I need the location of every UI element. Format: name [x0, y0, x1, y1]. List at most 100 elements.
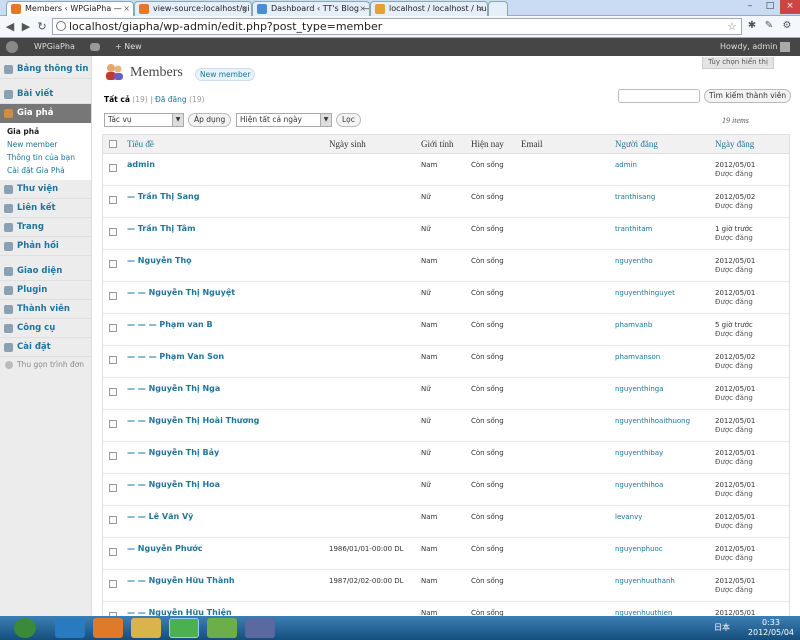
row-checkbox[interactable]: [109, 580, 117, 588]
howdy-account-link[interactable]: Howdy, admin: [720, 38, 777, 56]
row-checkbox[interactable]: [109, 548, 117, 556]
internet-explorer-icon[interactable]: [55, 618, 85, 638]
sidebar-item-giapha[interactable]: Gia phả: [0, 104, 91, 123]
start-button-icon[interactable]: [14, 618, 36, 638]
row-checkbox[interactable]: [109, 164, 117, 172]
row-title-link[interactable]: — — Nguyễn Thị Nguyệt: [127, 288, 235, 297]
row-author-link[interactable]: nguyenhuuthien: [615, 609, 672, 616]
row-checkbox[interactable]: [109, 196, 117, 204]
sidebar-item-media[interactable]: Thư viện: [0, 180, 91, 199]
row-author-link[interactable]: tranthitam: [615, 225, 652, 233]
browser-tab-dashboard[interactable]: Dashboard ‹ TT's Blog — ×: [252, 1, 370, 16]
reload-icon[interactable]: ↻: [34, 19, 50, 35]
sidebar-item-posts[interactable]: Bài viết: [0, 85, 91, 104]
row-title-link[interactable]: — — Nguyễn Thị Hoài Thương: [127, 416, 259, 425]
bookmark-star-icon[interactable]: ☆: [727, 19, 737, 34]
select-all-checkbox[interactable]: [109, 140, 117, 148]
sidebar-item-tools[interactable]: Công cụ: [0, 319, 91, 338]
row-checkbox[interactable]: [109, 356, 117, 364]
sidebar-item-links[interactable]: Liên kết: [0, 199, 91, 218]
filter-all-link[interactable]: Tất cả: [104, 95, 130, 104]
search-members-button[interactable]: Tìm kiếm thành viên: [704, 89, 792, 103]
row-author-link[interactable]: nguyenthibay: [615, 449, 663, 457]
row-author-link[interactable]: admin: [615, 161, 637, 169]
row-author-link[interactable]: nguyentho: [615, 257, 653, 265]
file-explorer-icon[interactable]: [131, 618, 161, 638]
browser-tab-phpmyadmin[interactable]: localhost / localhost / hu ×: [370, 1, 488, 16]
submenu-item-settings[interactable]: Cài đặt Gia Phả: [0, 164, 91, 177]
address-bar[interactable]: localhost/giapha/wp-admin/edit.php?post_…: [52, 18, 742, 35]
app-icon[interactable]: [245, 618, 275, 638]
date-filter-select[interactable]: Hiện tất cả ngày ▼: [236, 113, 332, 127]
page-info-icon[interactable]: [56, 21, 66, 31]
sidebar-item-dashboard[interactable]: Bảng thông tin: [0, 60, 91, 79]
row-title-link[interactable]: — Trần Thị Tâm: [127, 224, 195, 233]
sidebar-item-users[interactable]: Thành viên: [0, 300, 91, 319]
row-title-link[interactable]: — — Nguyễn Thị Nga: [127, 384, 220, 393]
submenu-item-new-member[interactable]: New member: [0, 138, 91, 151]
column-title[interactable]: Tiêu đề: [127, 139, 154, 149]
row-checkbox[interactable]: [109, 516, 117, 524]
apply-button[interactable]: Áp dụng: [188, 113, 232, 127]
row-author-link[interactable]: phamvanb: [615, 321, 652, 329]
row-checkbox[interactable]: [109, 324, 117, 332]
row-title-link[interactable]: — Trần Thị Sang: [127, 192, 199, 201]
row-author-link[interactable]: nguyenthinguyet: [615, 289, 675, 297]
submenu-item-profile[interactable]: Thông tin của bạn: [0, 151, 91, 164]
browser-tab-members[interactable]: Members ‹ WPGiaPha — ×: [6, 1, 134, 16]
row-checkbox[interactable]: [109, 260, 117, 268]
minimize-icon[interactable]: –: [740, 0, 760, 14]
wrench-icon[interactable]: ⚙: [780, 19, 794, 33]
row-checkbox[interactable]: [109, 420, 117, 428]
row-checkbox[interactable]: [109, 484, 117, 492]
row-title-link[interactable]: — — Nguyễn Hữu Thành: [127, 576, 235, 585]
close-tab-icon[interactable]: ×: [123, 2, 130, 16]
collapse-menu-button[interactable]: Thu gọn trình đơn: [0, 357, 91, 373]
comments-icon[interactable]: [90, 43, 100, 51]
row-author-link[interactable]: nguyenthihoaithuong: [615, 417, 690, 425]
wordpress-logo-icon[interactable]: [6, 41, 18, 53]
row-checkbox[interactable]: [109, 292, 117, 300]
row-checkbox[interactable]: [109, 228, 117, 236]
bulk-action-select[interactable]: Tác vụ ▼: [104, 113, 184, 127]
row-author-link[interactable]: nguyenthinga: [615, 385, 664, 393]
new-content-link[interactable]: + New: [115, 38, 142, 56]
close-tab-icon[interactable]: ×: [477, 2, 484, 16]
row-title-link[interactable]: — Nguyễn Phước: [127, 544, 203, 553]
add-new-member-button[interactable]: New member: [195, 68, 256, 81]
language-indicator[interactable]: 日本: [714, 622, 730, 633]
row-title-link[interactable]: — — Nguyễn Hữu Thiện: [127, 608, 232, 616]
submenu-item-giapha[interactable]: Gia phả: [0, 125, 91, 138]
close-tab-icon[interactable]: ×: [359, 2, 366, 16]
avatar[interactable]: [780, 42, 790, 52]
row-author-link[interactable]: phamvanson: [615, 353, 660, 361]
row-author-link[interactable]: levanvy: [615, 513, 642, 521]
tools-icon[interactable]: ✎: [762, 19, 776, 33]
row-title-link[interactable]: — — — Phạm van B: [127, 320, 213, 329]
search-input[interactable]: [618, 89, 700, 103]
row-checkbox[interactable]: [109, 388, 117, 396]
row-checkbox[interactable]: [109, 452, 117, 460]
column-date[interactable]: Ngày đăng: [715, 139, 754, 149]
extension-icon[interactable]: ✱: [745, 19, 759, 33]
row-author-link[interactable]: tranthisang: [615, 193, 655, 201]
clock[interactable]: 0:33 2012/05/04: [748, 618, 794, 638]
new-tab-button[interactable]: [488, 1, 508, 16]
column-author[interactable]: Người đăng: [615, 139, 658, 149]
row-title-link[interactable]: — — Lê Văn Vỹ: [127, 512, 193, 521]
app-icon[interactable]: [207, 618, 237, 638]
sidebar-item-settings[interactable]: Cài đặt: [0, 338, 91, 357]
row-author-link[interactable]: nguyenphuoc: [615, 545, 663, 553]
forward-icon[interactable]: ▶: [18, 19, 34, 35]
filter-button[interactable]: Lọc: [336, 113, 361, 127]
row-title-link[interactable]: — — Nguyễn Thị Hoa: [127, 480, 220, 489]
row-author-link[interactable]: nguyenhuuthanh: [615, 577, 675, 585]
row-title-link[interactable]: — — — Phạm Van Son: [127, 352, 224, 361]
firefox-icon[interactable]: [93, 618, 123, 638]
row-title-link[interactable]: admin: [127, 160, 155, 169]
chrome-icon[interactable]: [169, 618, 199, 638]
filter-published-link[interactable]: Đã đăng: [155, 95, 187, 104]
row-author-link[interactable]: nguyenthihoa: [615, 481, 663, 489]
sidebar-item-plugins[interactable]: Plugin: [0, 281, 91, 300]
row-title-link[interactable]: — — Nguyễn Thị Bảy: [127, 448, 219, 457]
